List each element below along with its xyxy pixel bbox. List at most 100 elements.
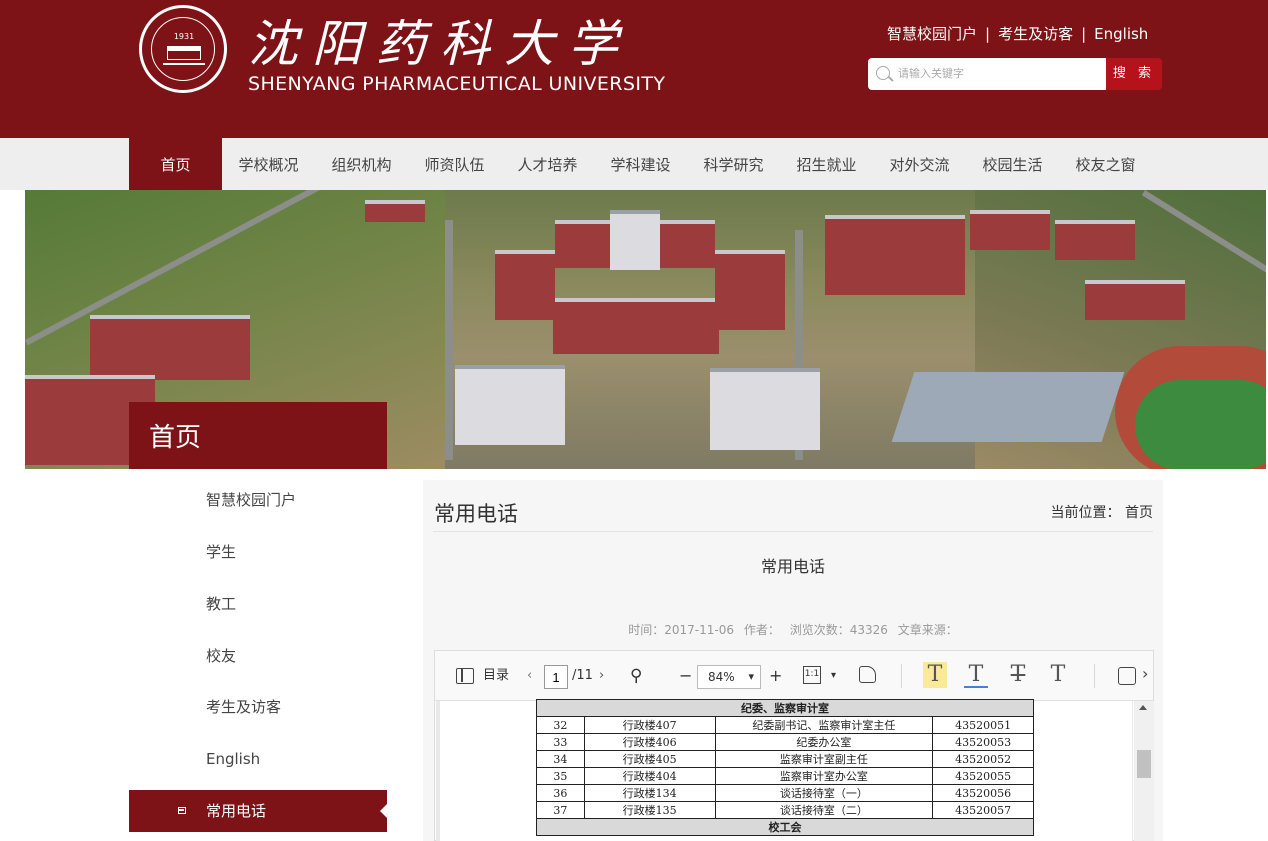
search-icon[interactable]: ⚲: [630, 665, 642, 687]
table-of-contents-icon[interactable]: [456, 668, 474, 684]
article-title: 常用电话: [760, 557, 825, 576]
rotate-icon[interactable]: [859, 666, 876, 683]
cell-department: 谈话接待室（二）: [714, 801, 934, 819]
banner-building: [553, 298, 719, 354]
banner-building: [825, 215, 965, 295]
sidebar-item-portal[interactable]: 智慧校园门户: [129, 479, 387, 521]
banner-building: [1055, 220, 1135, 260]
zoom-out-icon[interactable]: −: [679, 665, 692, 687]
cell-index: 35: [536, 767, 585, 785]
seal-building-icon: [167, 46, 201, 60]
sidebar-item-alumni[interactable]: 校友: [129, 635, 387, 677]
highlight-text-icon[interactable]: T: [923, 662, 947, 688]
banner-building: [1085, 280, 1185, 320]
group-name: 校工会: [536, 818, 1034, 836]
table-row: 37 行政楼135 谈话接待室（二） 43520057: [536, 801, 1034, 819]
page: 1931 沈阳药科大学 SHENYANG PHARMACEUTICAL UNIV…: [0, 0, 1268, 841]
banner-building: [495, 250, 555, 320]
banner-building: [365, 200, 425, 222]
meta-source: 文章来源：: [897, 623, 958, 637]
scroll-thumb[interactable]: [1137, 750, 1151, 778]
seal-base-line: [163, 63, 205, 65]
page-total: /11: [572, 668, 593, 683]
cell-department: 纪委副书记、监察审计室主任: [714, 716, 934, 734]
seal-inner-ring: 1931: [151, 17, 215, 81]
table-row: 34 行政楼405 监察审计室副主任 43520052: [536, 750, 1034, 768]
banner-sports-field: [1135, 380, 1266, 469]
cell-index: 33: [536, 733, 585, 751]
nav-item-alumni[interactable]: 校友之窗: [1059, 138, 1152, 190]
sidebar-item-staff[interactable]: 教工: [129, 583, 387, 625]
table-row: 33 行政楼406 纪委办公室 43520053: [536, 733, 1034, 751]
zoom-select[interactable]: 84%: [697, 665, 761, 689]
search-button[interactable]: 搜 索: [1106, 58, 1162, 90]
table-row: 35 行政楼404 监察审计室办公室 43520055: [536, 767, 1034, 785]
top-link-separator: |: [1081, 25, 1087, 43]
prev-page-chevron-icon[interactable]: ‹: [527, 665, 532, 687]
sidebar-item-students[interactable]: 学生: [129, 531, 387, 573]
pdf-scrollbar[interactable]: [1134, 701, 1154, 841]
cell-department: 纪委办公室: [714, 733, 934, 751]
banner-building: [610, 210, 660, 270]
top-link-english[interactable]: English: [1094, 25, 1148, 43]
meta-views: 浏览次数：43326: [789, 623, 888, 637]
banner-building: [970, 210, 1050, 250]
strikethrough-text-icon[interactable]: T: [1006, 662, 1030, 688]
banner-gymnasium: [891, 372, 1125, 442]
search-input[interactable]: [898, 58, 1098, 90]
cell-phone: 43520055: [932, 767, 1034, 785]
nav-item-international[interactable]: 对外交流: [873, 138, 966, 190]
actual-size-icon[interactable]: 1:1: [803, 666, 821, 684]
zoom-in-icon[interactable]: +: [769, 665, 782, 687]
fit-mode-dropdown-icon[interactable]: ▾: [831, 665, 836, 687]
cell-location: 行政楼134: [583, 784, 716, 802]
cell-department: 监察审计室办公室: [714, 767, 934, 785]
banner-building: [710, 368, 820, 450]
scroll-up-arrow-icon[interactable]: [1139, 705, 1147, 710]
table-group-header: 校工会: [536, 818, 1034, 836]
main-nav: 首页 学校概况 组织机构 师资队伍 人才培养 学科建设 科学研究 招生就业 对外…: [0, 138, 1268, 190]
breadcrumb[interactable]: 当前位置： 首页: [1051, 502, 1153, 522]
top-link-separator: |: [985, 25, 991, 43]
nav-item-research[interactable]: 科学研究: [687, 138, 780, 190]
nav-item-disciplines[interactable]: 学科建设: [594, 138, 687, 190]
nav-item-education[interactable]: 人才培养: [501, 138, 594, 190]
meta-author: 作者：: [743, 623, 780, 637]
cell-index: 32: [536, 716, 585, 734]
page-number-input[interactable]: [544, 665, 568, 689]
cell-index: 34: [536, 750, 585, 768]
university-name-cn[interactable]: 沈阳药科大学: [248, 4, 632, 76]
signature-icon[interactable]: [1118, 667, 1136, 685]
table-row: 32 行政楼407 纪委副书记、监察审计室主任 43520051: [536, 716, 1034, 734]
cell-location: 行政楼135: [583, 801, 716, 819]
nav-item-home[interactable]: 首页: [129, 138, 222, 190]
cell-location: 行政楼404: [583, 767, 716, 785]
cell-location: 行政楼405: [583, 750, 716, 768]
seal-year: 1931: [173, 32, 195, 41]
banner-building: [90, 315, 250, 380]
more-tools-chevron-icon[interactable]: ›: [1142, 664, 1148, 683]
toc-button-label[interactable]: 目录: [483, 665, 509, 687]
sidebar-item-visitors[interactable]: 考生及访客: [129, 686, 387, 728]
top-link-visitors[interactable]: 考生及访客: [998, 25, 1073, 43]
university-seal-logo[interactable]: 1931: [139, 5, 227, 93]
sidebar-item-phone-directory[interactable]: 常用电话: [129, 790, 388, 832]
table-row: 36 行政楼134 谈话接待室（一） 43520056: [536, 784, 1034, 802]
nav-item-admissions[interactable]: 招生就业: [780, 138, 873, 190]
nav-item-overview[interactable]: 学校概况: [222, 138, 315, 190]
search-box: [868, 58, 1106, 90]
article-meta: 时间：2017-11-06 作者： 浏览次数：43326 文章来源：: [423, 621, 1163, 638]
nav-item-campus-life[interactable]: 校园生活: [966, 138, 1059, 190]
next-page-chevron-icon[interactable]: ›: [599, 665, 604, 687]
cell-phone: 43520056: [932, 784, 1034, 802]
university-name-en: SHENYANG PHARMACEUTICAL UNIVERSITY: [248, 73, 666, 95]
cell-phone: 43520052: [932, 750, 1034, 768]
nav-item-organization[interactable]: 组织机构: [315, 138, 408, 190]
top-link-portal[interactable]: 智慧校园门户: [887, 25, 977, 43]
nav-item-faculty[interactable]: 师资队伍: [408, 138, 501, 190]
cell-phone: 43520057: [932, 801, 1034, 819]
underline-text-icon[interactable]: T: [964, 662, 988, 688]
sidebar-item-english[interactable]: English: [129, 738, 387, 780]
text-annotation-icon[interactable]: T: [1046, 662, 1070, 688]
group-name: 纪委、监察审计室: [536, 699, 1034, 717]
